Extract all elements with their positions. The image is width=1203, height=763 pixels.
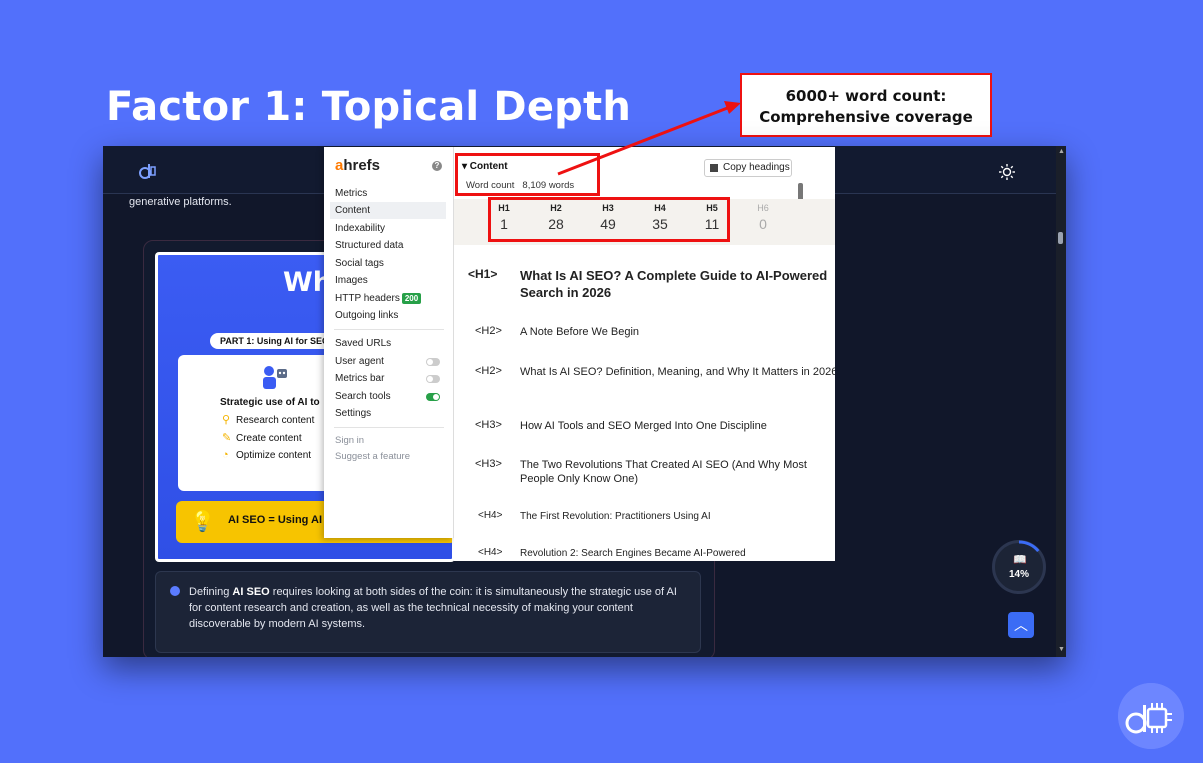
intro-text: generative platforms. [129,196,232,208]
callout-line-2: Comprehensive coverage [759,108,973,126]
reading-progress[interactable]: 📖 14% [992,540,1046,594]
metrics-bar-toggle[interactable] [426,375,440,383]
word-count-highlight [455,153,600,196]
menu-sign-in[interactable]: Sign in [330,432,446,449]
ahrefs-logo: ahrefs [335,157,381,174]
scroll-up-arrow[interactable]: ▲ [1058,148,1065,155]
info-icon [170,586,180,596]
edit-icon: ✎ [222,432,232,444]
callout-line-1: 6000+ word count: [785,87,947,105]
heading-counts-highlight [488,197,730,242]
checklist-item: ◔ Optimize content [222,449,312,461]
banner-text: AI SEO = Using AI [228,514,323,526]
corner-ai-logo-icon [1118,683,1184,749]
part-pill: PART 1: Using AI for SEO [210,333,340,349]
theme-sun-icon[interactable] [999,164,1015,180]
scroll-to-top-button[interactable]: ︿ [1008,612,1034,638]
callout-box: 6000+ word count: Comprehensive coverage [740,73,992,137]
scroll-down-arrow[interactable]: ▼ [1058,646,1065,653]
menu-social-tags[interactable]: Social tags [330,255,446,272]
ahrefs-sidebar: ahrefs ? Metrics Content Indexability St… [324,147,454,538]
menu-http-headers[interactable]: HTTP headers 200 [330,290,446,307]
heading-count-h6: H6 0 [757,203,769,232]
progress-value: 14% [1008,569,1029,580]
scrollbar-thumb[interactable] [1058,232,1063,244]
search-tools-toggle[interactable] [426,393,440,401]
definition-note: Defining AI SEO requires looking at both… [155,571,701,653]
menu-metrics[interactable]: Metrics [330,185,446,202]
search-icon: ⚲ [222,414,231,426]
user-agent-toggle[interactable] [426,358,440,366]
help-icon[interactable]: ? [432,161,442,171]
menu-suggest-feature[interactable]: Suggest a feature [330,448,446,465]
checklist-item: ⚲ Research content [222,414,315,426]
menu-outgoing-links[interactable]: Outgoing links [330,307,446,324]
chevron-up-icon: ︿ [1014,617,1028,633]
status-badge: 200 [401,293,422,304]
strategic-label: Strategic use of AI to [220,397,320,408]
menu-images[interactable]: Images [330,272,446,289]
definition-text: Defining AI SEO requires looking at both… [189,586,677,630]
gauge-icon: ◔ [222,449,229,461]
menu-content[interactable]: Content [330,202,446,219]
lightbulb-icon: 💡 [190,511,215,533]
copy-headings-button[interactable]: Copy headings [704,159,792,177]
checklist-item: ✎ Create content [222,432,302,444]
menu-settings[interactable]: Settings [330,405,446,422]
menu-indexability[interactable]: Indexability [330,220,446,237]
copy-icon [710,164,718,172]
book-icon: 📖 [1013,554,1027,566]
divider [334,329,444,330]
menu-saved-urls[interactable]: Saved URLs [330,335,446,352]
site-logo-icon[interactable] [137,161,157,181]
menu-structured-data[interactable]: Structured data [330,237,446,254]
page-scrollbar[interactable]: ▲ ▼ [1056,146,1066,657]
robot-icon [263,366,287,389]
progress-ring [992,540,1046,594]
divider [334,427,444,428]
slide-title: Factor 1: Topical Depth [106,84,631,130]
